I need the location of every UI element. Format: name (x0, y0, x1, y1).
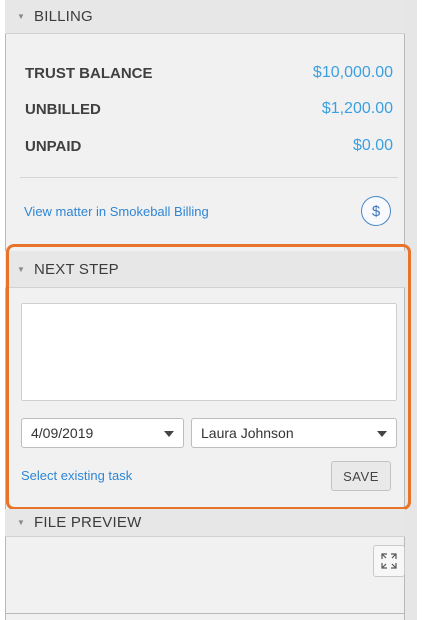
trust-balance-value: $10,000.00 (312, 64, 393, 81)
panel-bottom-border (5, 613, 405, 614)
billing-section-header[interactable]: ▼ BILLING (5, 0, 405, 34)
unbilled-value: $1,200.00 (321, 100, 393, 117)
next-step-header-label: NEXT STEP (34, 260, 119, 278)
select-existing-task-link[interactable]: Select existing task (21, 468, 132, 483)
trust-balance-label: TRUST BALANCE (25, 64, 153, 82)
chevron-down-icon (164, 431, 174, 437)
file-preview-header-label: FILE PREVIEW (34, 514, 142, 531)
expand-arrows-icon (381, 553, 397, 569)
next-step-section-header[interactable]: ▼ NEXT STEP (5, 251, 405, 288)
view-in-billing-link[interactable]: View matter in Smokeball Billing (24, 204, 209, 219)
dollar-glyph: $ (371, 202, 381, 220)
unpaid-row: UNPAID $0.00 (25, 134, 393, 158)
unbilled-row: UNBILLED $1,200.00 (25, 97, 393, 121)
trust-balance-row: TRUST BALANCE $10,000.00 (25, 61, 393, 85)
collapse-caret-icon: ▼ (17, 12, 25, 21)
panel-shadow (405, 0, 417, 620)
collapse-caret-icon: ▼ (17, 518, 25, 527)
date-value: 4/09/2019 (31, 425, 94, 441)
collapse-caret-icon: ▼ (17, 264, 25, 274)
unbilled-label: UNBILLED (25, 100, 101, 118)
next-step-note-textarea[interactable] (21, 303, 397, 401)
expand-icon[interactable] (373, 545, 405, 577)
file-preview-section-header[interactable]: ▼ FILE PREVIEW (5, 509, 405, 537)
billing-header-label: BILLING (34, 8, 93, 25)
save-button[interactable]: SAVE (331, 461, 391, 491)
chevron-down-icon (377, 431, 387, 437)
assignee-select[interactable]: Laura Johnson (191, 418, 397, 448)
billing-divider (20, 177, 398, 178)
dollar-circle-icon[interactable]: $ (361, 196, 391, 226)
next-step-date-select[interactable]: 4/09/2019 (21, 418, 184, 448)
unpaid-value: $0.00 (352, 137, 393, 154)
assignee-value: Laura Johnson (201, 425, 294, 441)
unpaid-label: UNPAID (25, 137, 82, 155)
